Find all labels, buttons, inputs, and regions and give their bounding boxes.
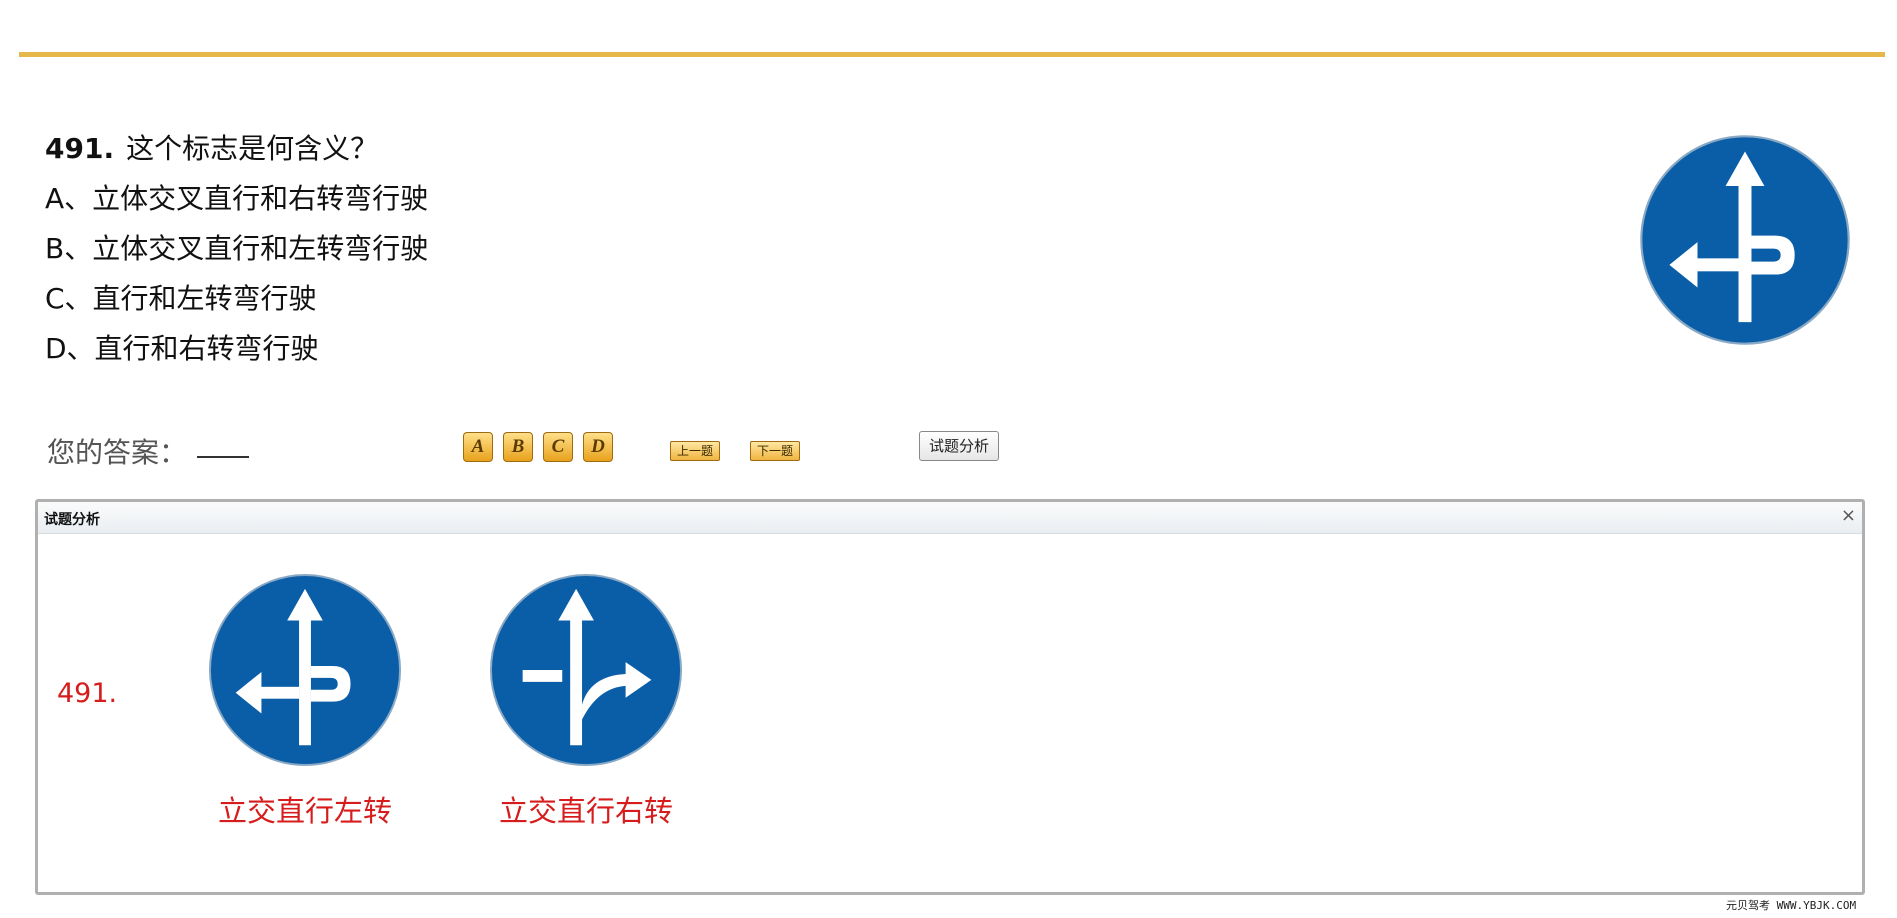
question-line: 491. 这个标志是何含义？ <box>45 124 378 174</box>
panel-question-number: 491. <box>57 678 118 709</box>
close-icon[interactable]: × <box>1841 505 1856 527</box>
option-c: C、直行和左转弯行驶 <box>45 282 317 315</box>
choice-d-button[interactable]: D <box>583 432 613 462</box>
straight-left-overpass-sign-icon <box>1639 134 1851 346</box>
page: 491. 这个标志是何含义？ A、立体交叉直行和右转弯行驶 B、立体交叉直行和左转… <box>0 0 1897 918</box>
footer-watermark: 元贝驾考 WWW.YBJK.COM <box>1726 899 1857 912</box>
choice-c-button[interactable]: C <box>543 432 573 462</box>
question-text: 这个标志是何含义？ <box>126 132 379 165</box>
analysis-panel: 试题分析 × 491. 立交直行左转 立交直行右转 <box>35 499 1865 895</box>
option-a: A、立体交叉直行和右转弯行驶 <box>45 182 429 215</box>
option-b: B、立体交叉直行和左转弯行驶 <box>45 232 429 265</box>
straight-right-overpass-sign-icon <box>488 572 684 768</box>
answer-label: 您的答案： <box>47 436 188 469</box>
panel-title: 试题分析 <box>44 512 100 528</box>
panel-header: 试题分析 × <box>38 502 1862 534</box>
next-question-button[interactable]: 下一题 <box>750 441 800 461</box>
analysis-button[interactable]: 试题分析 <box>919 431 999 461</box>
prev-question-button[interactable]: 上一题 <box>670 441 720 461</box>
question-number: 491. <box>45 132 115 165</box>
option-d: D、直行和右转弯行驶 <box>45 332 319 365</box>
top-divider <box>19 52 1885 57</box>
sign-caption-left: 立交直行左转 <box>217 794 392 828</box>
choice-b-button[interactable]: B <box>503 432 533 462</box>
answer-value <box>197 456 249 458</box>
straight-left-overpass-sign-icon <box>207 572 403 768</box>
choice-a-button[interactable]: A <box>463 432 493 462</box>
sign-caption-right: 立交直行右转 <box>498 794 673 828</box>
